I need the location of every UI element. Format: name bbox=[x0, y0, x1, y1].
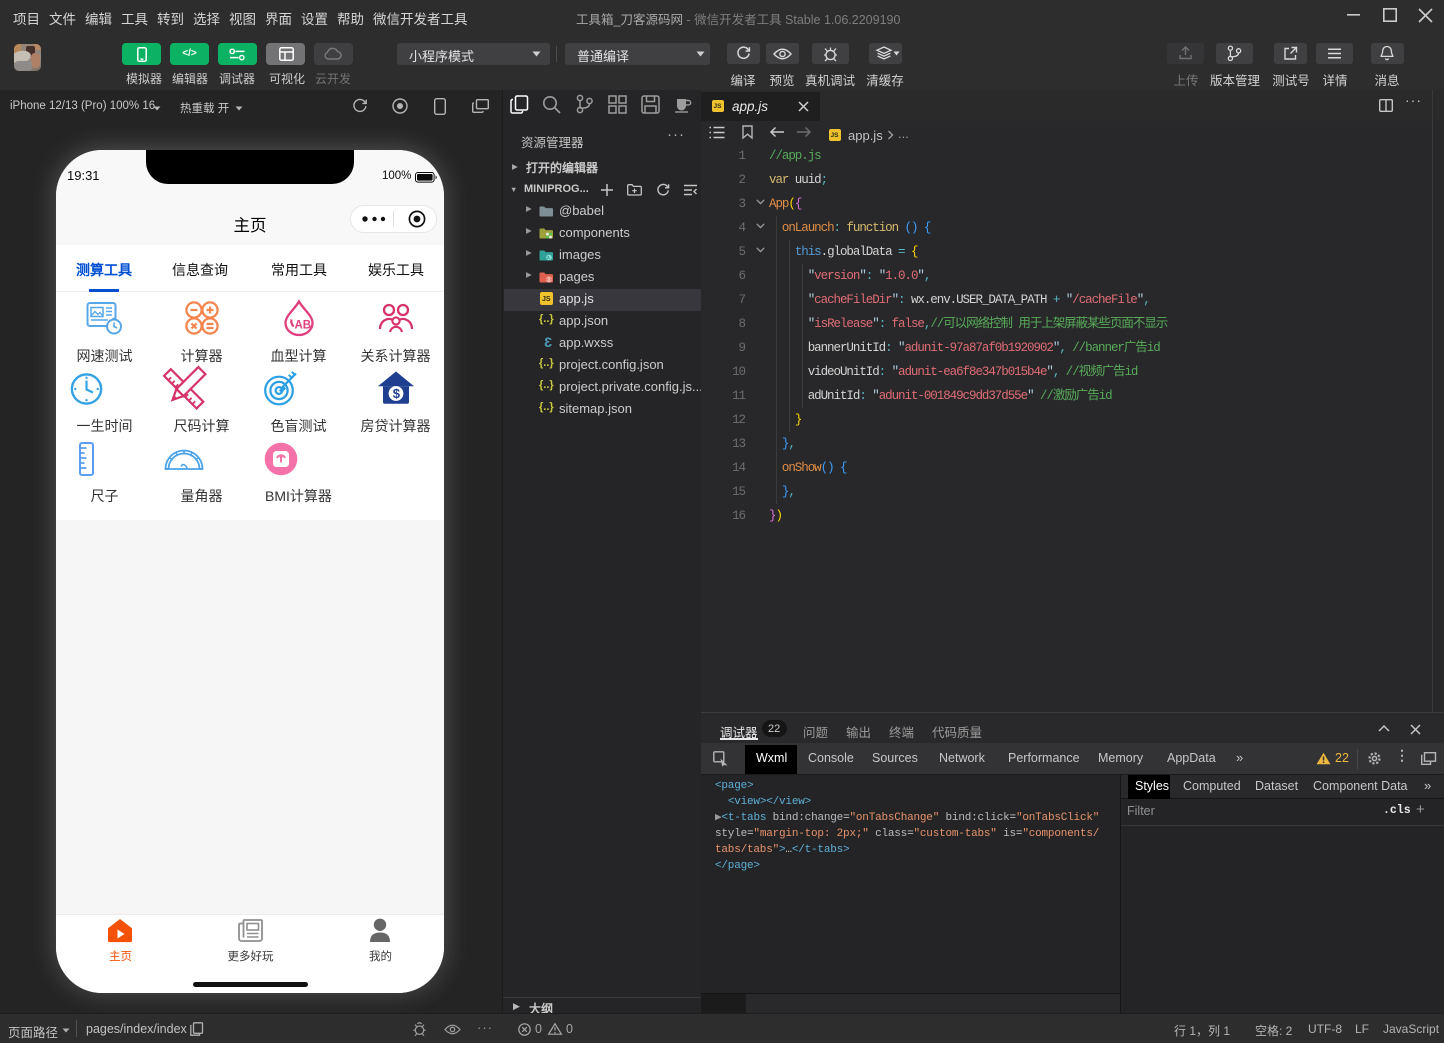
svg-text:3: 3 bbox=[544, 334, 552, 350]
svg-text:AB: AB bbox=[295, 320, 312, 332]
svg-text:$: $ bbox=[393, 386, 401, 401]
